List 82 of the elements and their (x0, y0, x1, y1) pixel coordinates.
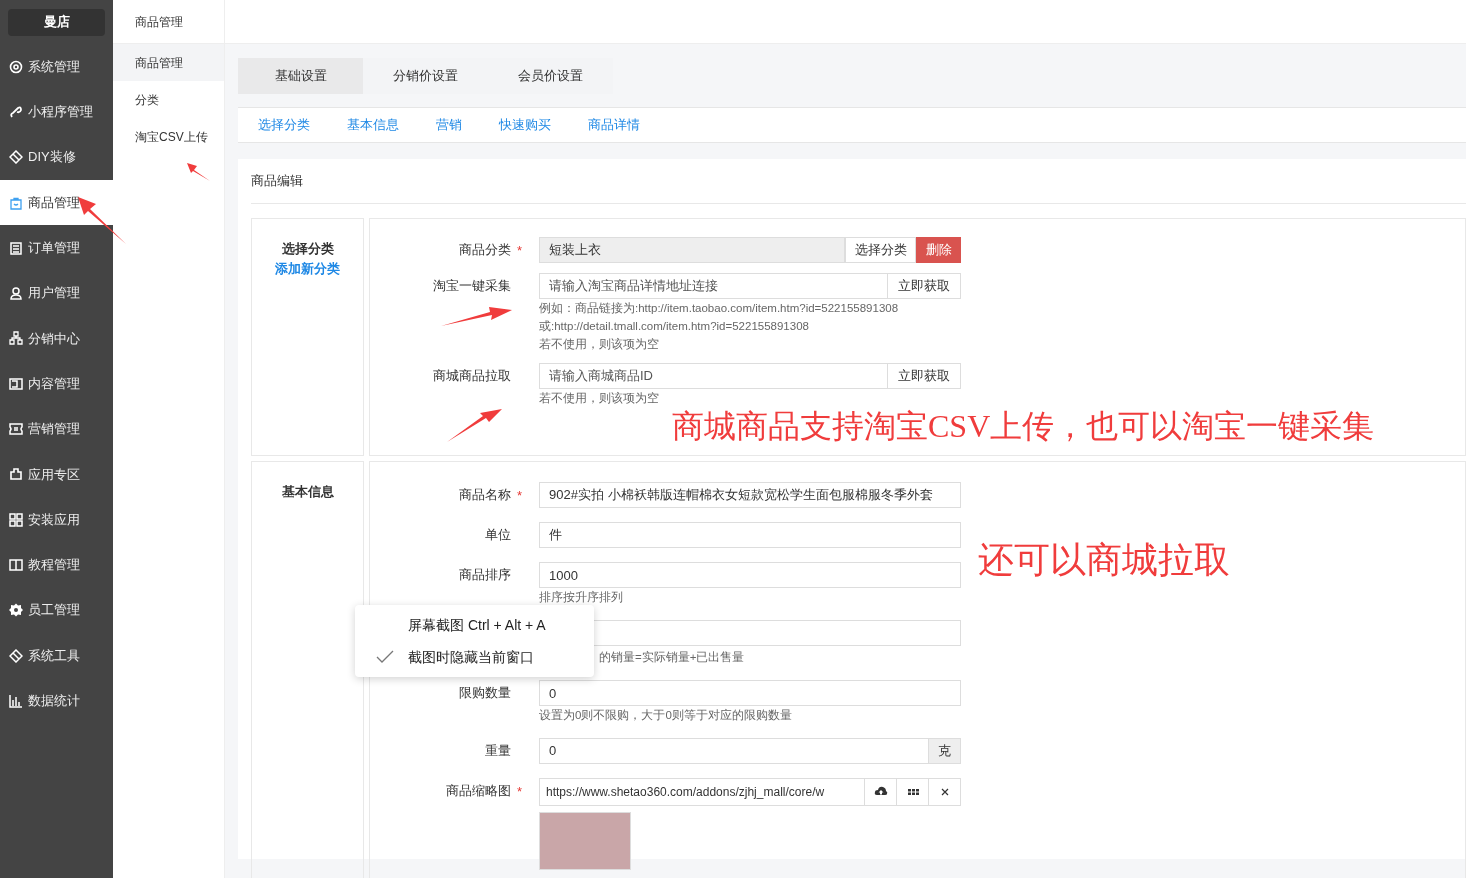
field-label: 限购数量 (459, 685, 511, 701)
sidebar-item[interactable]: 安装应用 (0, 496, 113, 543)
ticket-icon (9, 422, 23, 436)
fetch-button[interactable]: 立即获取 (888, 363, 961, 389)
sidebar-item[interactable]: 系统工具 (0, 632, 113, 679)
sidebar-item[interactable]: 分销中心 (0, 315, 113, 362)
anchor-link[interactable]: 选择分类 (258, 115, 310, 135)
settings-icon (9, 59, 23, 74)
hierarchy-icon (9, 331, 23, 346)
sidebar-item[interactable]: 商品管理 (0, 179, 113, 226)
window-icon (9, 376, 23, 391)
brand-logo: 曼店 (8, 8, 105, 36)
card-title: 选择分类 (281, 240, 334, 258)
anchor-link[interactable]: 商品详情 (588, 115, 640, 135)
submenu-title: 商品管理 (135, 13, 183, 31)
anchor-link[interactable]: 基本信息 (347, 115, 399, 135)
input-field[interactable]: 请输入淘宝商品详情地址连接 (539, 273, 888, 299)
fetch-button[interactable]: 立即获取 (888, 273, 961, 299)
field-label: 商品缩略图 (446, 783, 511, 799)
sidebar-item[interactable]: 营销管理 (0, 406, 113, 452)
grid-icon (9, 512, 23, 527)
anchor-link[interactable]: 快速购买 (499, 115, 551, 135)
input-field[interactable]: https://www.shetao360.com/addons/zjhj_mall/core/w (539, 778, 865, 806)
menu-item[interactable]: 截图时隐藏当前窗口 (355, 641, 594, 673)
tab[interactable]: 基础设置 (238, 58, 363, 94)
hint-text: 或:http://detail.tmall.com/item.htm?id=522155891308 (539, 319, 810, 334)
add-category-link[interactable]: 添加新分类 (275, 258, 340, 278)
annotation-text: 还可以商城拉取 (978, 539, 1230, 582)
field-label: 商品排序 (459, 567, 511, 583)
anchor-link[interactable]: 营销 (436, 115, 462, 135)
hint-text: 例如：商品链接为:http://item.taobao.com/item.htm?id=522155891308 (539, 301, 900, 316)
user-icon (9, 286, 23, 301)
delete-button[interactable]: 删除 (916, 237, 961, 263)
list-icon (9, 240, 23, 255)
sidebar-item[interactable]: 内容管理 (0, 361, 113, 407)
input-field[interactable]: 0 (539, 680, 961, 706)
required-mark: * (516, 243, 522, 259)
upload-button[interactable] (865, 778, 897, 806)
hint-text: 排序按升序排列 (539, 590, 624, 605)
grid-button[interactable] (897, 778, 929, 806)
category-field[interactable]: 短装上衣 (539, 237, 845, 263)
hint-text: 的销量=实际销量+已出售量 (598, 650, 746, 665)
link-icon (9, 104, 23, 119)
annotation-text: 商城商品支持淘宝CSV上传，也可以淘宝一键采集 (672, 407, 1375, 446)
sidebar-item[interactable]: 教程管理 (0, 542, 113, 588)
field-label: 商品分类 (459, 242, 511, 258)
diamond-icon (9, 648, 23, 663)
bar-chart-icon (9, 693, 23, 708)
input-field[interactable]: 1000 (539, 562, 961, 588)
section-title: 商品编辑 (251, 172, 303, 191)
input-field[interactable]: 0 (539, 738, 929, 764)
field-label: 单位 (485, 527, 511, 543)
bag-icon (9, 195, 23, 210)
select-category-button[interactable]: 选择分类 (845, 237, 916, 263)
sidebar-item[interactable]: 订单管理 (0, 225, 113, 271)
puzzle-icon (9, 467, 23, 482)
menu-item[interactable]: 屏幕截图 Ctrl + Alt + A (355, 609, 594, 641)
hint-text: 若不使用，则该项为空 (539, 391, 660, 406)
sidebar-item[interactable]: 员工管理 (0, 587, 113, 633)
sidebar-item[interactable]: 应用专区 (0, 451, 113, 497)
gear-icon (9, 603, 23, 618)
submenu-item[interactable]: 商品管理 (113, 44, 224, 81)
field-label: 商品名称 (459, 487, 511, 503)
card-title: 基本信息 (281, 483, 334, 501)
field-label: 重量 (485, 743, 511, 759)
field-label: 淘宝一键采集 (433, 278, 511, 294)
required-mark: * (516, 784, 522, 800)
required-mark: * (516, 488, 522, 504)
hint-text: 设置为0则不限购，大于0则等于对应的限购数量 (539, 708, 793, 723)
sidebar-item[interactable]: 数据统计 (0, 678, 113, 724)
sidebar-item[interactable]: DIY装修 (0, 134, 113, 180)
unit-addon: 克 (929, 738, 961, 764)
input-field[interactable]: 请输入商城商品ID (539, 363, 888, 389)
sidebar-item[interactable]: 用户管理 (0, 270, 113, 316)
book-icon (9, 557, 23, 572)
sidebar-item[interactable]: 系统管理 (0, 44, 113, 90)
sidebar-item[interactable]: 小程序管理 (0, 89, 113, 135)
input-field[interactable]: 件 (539, 522, 961, 548)
input-field[interactable]: 902#实拍 小棉袄韩版连帽棉衣女短款宽松学生面包服棉服冬季外套 (539, 482, 961, 508)
diamond-icon (9, 150, 23, 165)
field-label: 商城商品拉取 (433, 368, 511, 384)
hint-text: 若不使用，则该项为空 (539, 337, 660, 352)
